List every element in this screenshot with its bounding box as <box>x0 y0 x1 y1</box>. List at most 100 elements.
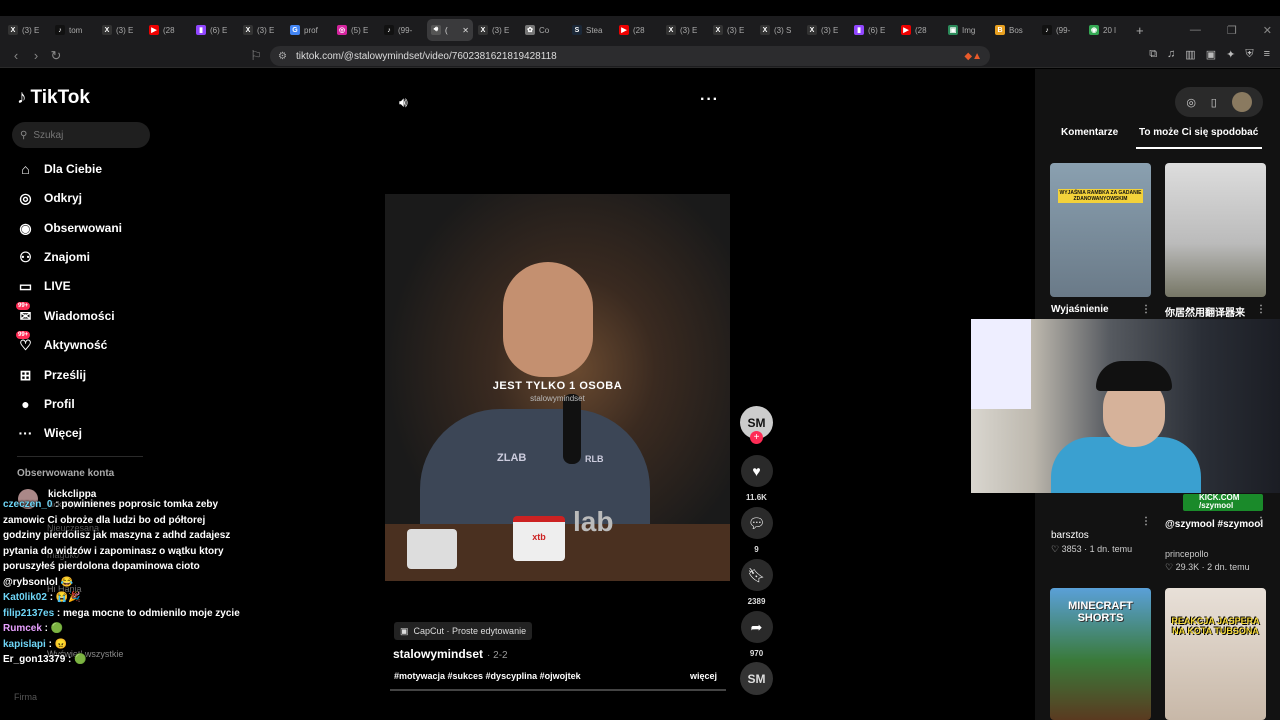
browser-tab[interactable]: ◉ 20 l <box>1085 19 1131 41</box>
sidebar-item-upload[interactable]: ⊞ Prześlij <box>17 365 86 385</box>
share-action[interactable]: ➦ 970 <box>740 611 773 658</box>
new-tab-button[interactable]: + <box>1136 23 1144 38</box>
music-disc-icon[interactable]: SM <box>740 662 773 695</box>
coin-icon[interactable]: ◎ <box>1186 96 1196 109</box>
browser-tab[interactable]: ♪ (99- <box>1038 19 1084 41</box>
browser-tab[interactable]: X (3) E <box>98 19 144 41</box>
browser-tab[interactable]: ▣ Img <box>944 19 990 41</box>
menu-icon[interactable]: ≡ <box>1264 48 1270 61</box>
browser-tab[interactable]: X (3) E <box>803 19 849 41</box>
music-icon[interactable]: ♫ <box>1167 48 1175 61</box>
more-options-icon[interactable]: ⋮ <box>1256 516 1266 527</box>
heart-icon[interactable]: ♥ <box>740 455 773 487</box>
more-options-icon[interactable]: ⋮ <box>1141 304 1151 315</box>
close-window-icon[interactable]: ✕ <box>1263 24 1272 37</box>
browser-tab[interactable]: ✿ Co <box>521 19 567 41</box>
video-title[interactable]: 你居然用翻译器来 <box>1165 304 1245 319</box>
video-title[interactable]: barsztos <box>1051 530 1089 541</box>
browser-tab[interactable]: X (3) E <box>474 19 520 41</box>
browser-tab[interactable]: ▮ (6) E <box>192 19 238 41</box>
browser-tab[interactable]: 🔊︎ (✕ <box>427 19 473 41</box>
sidebar-item-compass[interactable]: ◎ Odkryj <box>17 188 82 208</box>
more-options-icon[interactable]: ⋮ <box>1141 516 1151 527</box>
brave-shield-icon[interactable]: ◆▲ <box>964 51 982 62</box>
sidebar-item-profile[interactable]: ● Profil <box>17 394 74 414</box>
sidebar-item-friends[interactable]: ⚇ Znajomi <box>17 247 90 267</box>
video-player[interactable]: xtb lab ZLAB RLB JEST TYLKO 1 OSOBA stal… <box>385 194 730 581</box>
close-tab-icon[interactable]: ✕ <box>462 26 469 35</box>
url-field[interactable]: ⚙ tiktok.com/@stalowymindset/video/76023… <box>270 46 990 66</box>
device-icon[interactable]: ▯ <box>1211 96 1217 109</box>
video-author[interactable]: stalowymindset · 2-2 <box>393 647 508 661</box>
sidebar-icon[interactable]: ▥ <box>1185 48 1195 61</box>
more-options-icon[interactable]: ··· <box>700 91 719 109</box>
browser-tab[interactable]: X (3) E <box>4 19 50 41</box>
browser-tab[interactable]: X (3) E <box>709 19 755 41</box>
bookmark-icon[interactable]: ⚐ <box>246 48 266 64</box>
browser-tab[interactable]: S Stea <box>568 19 614 41</box>
like-action[interactable]: ♥ 11.6K <box>740 455 773 502</box>
video-thumbnail[interactable]: MINECRAFT SHORTS <box>1050 588 1151 720</box>
browser-tab[interactable]: B Bos <box>991 19 1037 41</box>
extension-icon[interactable]: ⧉ <box>1149 48 1157 61</box>
browser-tab[interactable]: ▶ (28 <box>145 19 191 41</box>
back-icon[interactable]: ‹ <box>6 48 26 63</box>
maximize-icon[interactable]: ❐ <box>1227 24 1237 37</box>
browser-tab[interactable]: ▶ (28 <box>615 19 661 41</box>
video-thumbnail[interactable]: WYJAŚNIA RAMBKA ZA GADANIE ZDANOWANYOWSK… <box>1050 163 1151 297</box>
youtube-icon: ▶ <box>901 25 911 35</box>
sidebar-item-activity[interactable]: ♡ 99+ Aktywność <box>16 330 107 355</box>
comment-action[interactable]: 💬︎ 9 <box>740 507 773 554</box>
user-avatar[interactable] <box>1231 92 1252 112</box>
share-icon[interactable]: ➦ <box>740 611 773 643</box>
tab-title: prof <box>304 25 318 35</box>
follow-plus-icon[interactable]: + <box>750 431 763 444</box>
video-thumbnail[interactable] <box>1165 163 1266 297</box>
browser-tab[interactable]: X (3) E <box>239 19 285 41</box>
author-avatar-action[interactable]: SM + <box>740 406 773 444</box>
more-options-icon[interactable]: ⋮ <box>1256 304 1266 315</box>
site-info-icon[interactable]: ⚙ <box>278 51 287 62</box>
browser-tab[interactable]: Gprof <box>286 19 332 41</box>
capcut-tag[interactable]: ▣ CapCut · Proste edytowanie <box>394 622 533 640</box>
tiktok-logo[interactable]: ♪ TikTok <box>17 87 90 109</box>
browser-tab[interactable]: ♪ (99- <box>380 19 426 41</box>
steam-icon: S <box>572 25 582 35</box>
video-author[interactable]: princepollo <box>1165 549 1209 559</box>
sidebar-item-following[interactable]: ◉ Obserwowani <box>17 218 122 238</box>
search-box[interactable]: ⚲ <box>12 122 150 148</box>
video-title[interactable]: @szymool #szymool <box>1165 517 1265 533</box>
video-thumbnail[interactable]: REAKCJA JASPERA NA KOTA TUBSONA <box>1165 588 1266 720</box>
reload-icon[interactable]: ↻ <box>46 48 66 64</box>
ai-icon[interactable]: ✦ <box>1226 48 1235 61</box>
sound-icon[interactable]: 🔊︎ <box>399 94 408 111</box>
tab-recommended[interactable]: To może Ci się spodobać <box>1139 127 1258 138</box>
vpn-icon[interactable]: ⛨ <box>1245 48 1253 61</box>
browser-tab[interactable]: ▶ (28 <box>897 19 943 41</box>
browser-tab[interactable]: ▮ (6) E <box>850 19 896 41</box>
sound-avatar-action[interactable]: SM <box>740 662 773 695</box>
sidebar-item-messages[interactable]: ✉ 99+ Wiadomości <box>16 301 115 326</box>
video-progress-bar[interactable] <box>390 689 726 691</box>
save-action[interactable]: 🔖︎ 2389 <box>740 559 773 606</box>
tab-title: (3) S <box>774 25 792 35</box>
hashtags[interactable]: #motywacja #sukces #dyscyplina #ojwojtek <box>394 671 581 681</box>
browser-tab[interactable]: X (3) S <box>756 19 802 41</box>
browser-tab[interactable]: X (3) E <box>662 19 708 41</box>
wallet-icon[interactable]: ▣ <box>1206 48 1216 61</box>
sidebar-item-more[interactable]: ··· Więcej <box>17 423 82 443</box>
sidebar-item-live[interactable]: ▭ LIVE <box>17 276 71 296</box>
comment-icon[interactable]: 💬︎ <box>740 507 773 539</box>
footer-company[interactable]: Firma <box>14 692 37 702</box>
sidebar-item-label: Odkryj <box>44 191 83 205</box>
sidebar-item-home[interactable]: ⌂ Dla Ciebie <box>17 159 102 179</box>
video-title[interactable]: Wyjaśnienie <box>1051 304 1109 315</box>
minimize-icon[interactable]: — <box>1190 24 1201 36</box>
forward-icon[interactable]: › <box>26 48 46 63</box>
browser-tab[interactable]: ◎ (5) E <box>333 19 379 41</box>
bookmark-icon[interactable]: 🔖︎ <box>740 559 773 591</box>
browser-tab[interactable]: ♪ tom <box>51 19 97 41</box>
more-link[interactable]: więcej <box>690 671 717 681</box>
tab-comments[interactable]: Komentarze <box>1061 127 1118 138</box>
search-input[interactable] <box>33 129 134 141</box>
